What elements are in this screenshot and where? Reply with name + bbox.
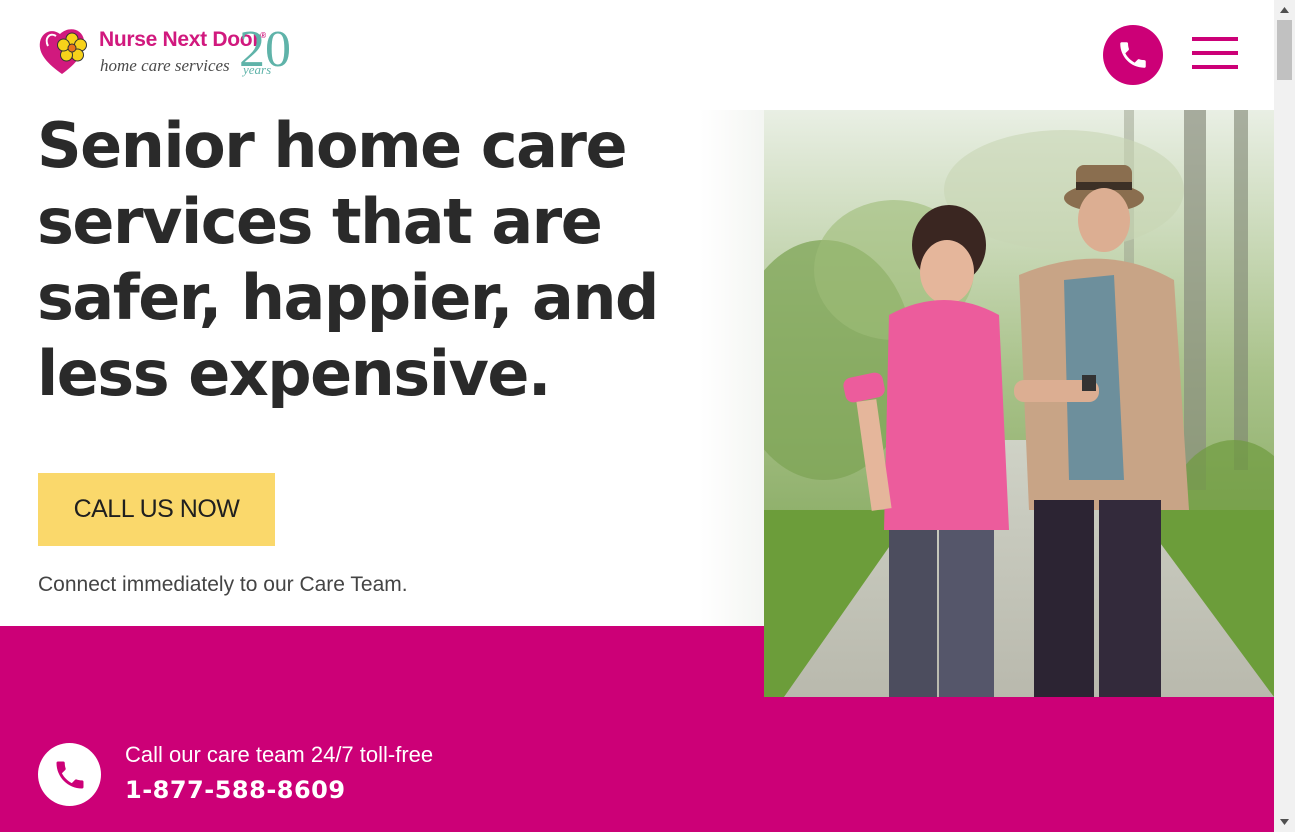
headline-line: services that are bbox=[37, 185, 603, 258]
toll-free-text: Call our care team 24/7 toll-free bbox=[125, 742, 434, 767]
call-us-now-button[interactable]: CALL US NOW bbox=[38, 473, 275, 546]
headline-line: Senior home care bbox=[37, 109, 628, 182]
menu-line bbox=[1192, 65, 1238, 69]
hero-photo bbox=[764, 110, 1274, 697]
anniversary-badge: 20 years bbox=[241, 22, 291, 78]
phone-icon bbox=[56, 761, 83, 788]
scroll-down-arrow-icon[interactable] bbox=[1274, 812, 1295, 832]
headline-line: safer, happier, and bbox=[37, 261, 659, 334]
scrollbar-thumb[interactable] bbox=[1277, 20, 1292, 80]
hamburger-menu-icon[interactable] bbox=[1192, 37, 1238, 71]
page: Nurse Next Door® home care services 20 y… bbox=[0, 0, 1274, 832]
toll-free-phone-link[interactable]: 1-877-588-8609 bbox=[125, 776, 346, 804]
brand-tagline: home care services bbox=[100, 56, 230, 75]
scroll-up-arrow-icon[interactable] bbox=[1274, 0, 1295, 20]
hero-headline: Senior home care services that are safer… bbox=[37, 108, 737, 412]
photo-shadow bbox=[700, 110, 770, 626]
caregiver-walking-with-senior-image bbox=[764, 110, 1274, 697]
phone-icon bbox=[1120, 42, 1146, 68]
anniversary-word: years bbox=[241, 62, 271, 77]
band-phone-button[interactable] bbox=[38, 743, 101, 806]
menu-line bbox=[1192, 51, 1238, 55]
heart-flower-icon bbox=[39, 29, 87, 74]
menu-line bbox=[1192, 37, 1238, 41]
headline-line: less expensive. bbox=[37, 337, 551, 410]
vertical-scrollbar[interactable] bbox=[1274, 0, 1295, 832]
brand-logo[interactable]: Nurse Next Door® home care services 20 y… bbox=[38, 22, 300, 84]
header-phone-button[interactable] bbox=[1103, 25, 1163, 85]
cta-subtext: Connect immediately to our Care Team. bbox=[38, 573, 408, 596]
